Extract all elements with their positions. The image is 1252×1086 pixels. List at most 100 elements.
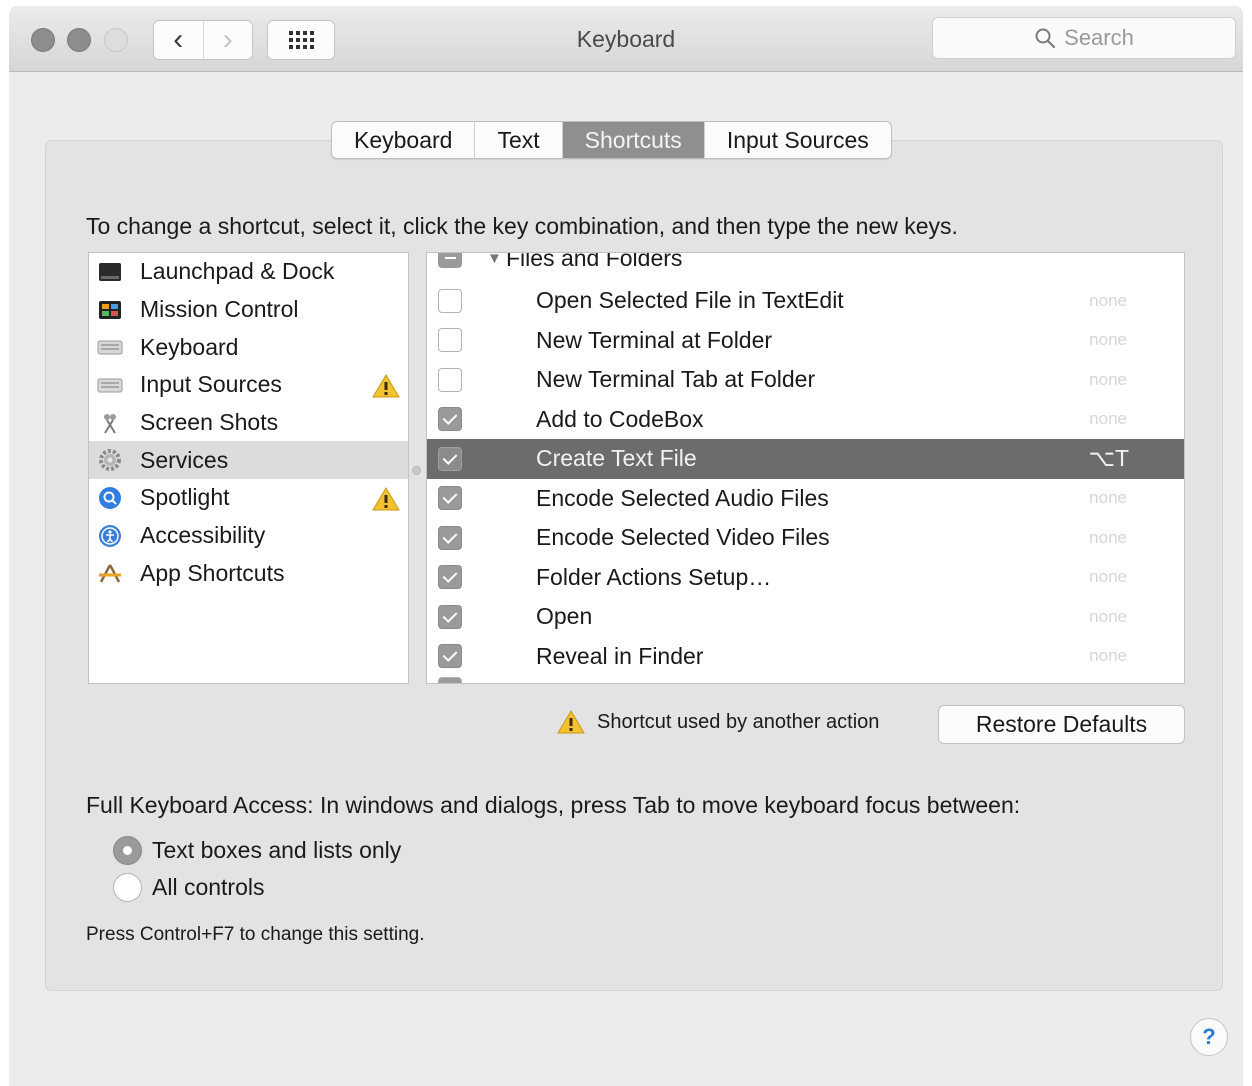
tab-keyboard[interactable]: Keyboard [332,122,474,158]
service-row[interactable]: Encode Selected Audio Files none [427,479,1184,519]
radio-label: Text boxes and lists only [152,837,402,863]
category-input-sources[interactable]: Input Sources [89,366,408,404]
category-label: Screen Shots [140,409,279,436]
services-rows: Open Selected File in TextEdit none New … [427,281,1184,676]
title-bar: ‹ › Keyboard Search [9,6,1243,72]
service-checkbox[interactable] [438,644,462,669]
service-shortcut[interactable]: ⌥T [1088,445,1129,472]
search-placeholder: Search [1064,25,1134,50]
radio-all-controls[interactable]: All controls [113,873,264,902]
radio-label: All controls [152,874,265,900]
radio-button[interactable] [113,836,142,865]
service-shortcut[interactable]: none [1089,528,1127,548]
spotlight-icon [97,486,123,510]
service-shortcut[interactable]: none [1089,646,1127,666]
service-checkbox-partial[interactable] [438,677,462,683]
disclosure-triangle-icon[interactable]: ▼ [487,253,502,267]
category-mission-control[interactable]: Mission Control [89,291,408,329]
category-screen-shots[interactable]: Screen Shots [89,404,408,442]
category-label: App Shortcuts [140,559,285,586]
services-gear-icon [97,448,123,472]
tab-bar: Keyboard Text Shortcuts Input Sources [331,121,892,159]
category-label: Mission Control [140,296,299,323]
screen-shots-icon [97,411,123,435]
service-label: Open Selected File in TextEdit [536,287,844,314]
service-label: New Terminal at Folder [536,326,773,353]
service-label: Add to CodeBox [536,405,704,432]
full-keyboard-access-label: Full Keyboard Access: In windows and dia… [86,792,1021,818]
services-shortcut-list: ▼ Files and Folders Open Selected File i… [426,252,1185,684]
service-checkbox[interactable] [438,486,462,511]
category-label: Spotlight [140,484,230,511]
service-checkbox[interactable] [438,328,462,353]
service-row[interactable]: Folder Actions Setup… none [427,558,1184,598]
shortcut-hint: Press Control+F7 to change this setting. [86,924,425,945]
service-label: New Terminal Tab at Folder [536,366,816,393]
keyboard-icon [97,335,123,359]
group-mixed-checkbox[interactable] [438,253,462,268]
input-sources-icon [97,373,123,397]
service-checkbox[interactable] [438,407,462,432]
service-row[interactable]: Encode Selected Video Files none [427,518,1184,558]
group-label: Files and Folders [506,252,683,271]
service-label: Reveal in Finder [536,642,704,669]
service-row[interactable]: Open none [427,597,1184,637]
restore-defaults-button[interactable]: Restore Defaults [938,705,1185,744]
help-button[interactable]: ? [1190,1018,1228,1056]
category-label: Launchpad & Dock [140,258,335,285]
service-shortcut[interactable]: none [1089,330,1127,350]
service-checkbox[interactable] [438,565,462,590]
radio-text-boxes-lists[interactable]: Text boxes and lists only [113,836,401,865]
category-launchpad-dock[interactable]: Launchpad & Dock [89,253,408,291]
category-label: Input Sources [140,371,282,398]
conflict-text: Shortcut used by another action [597,710,880,733]
service-checkbox[interactable] [438,288,462,313]
service-label: Open [536,603,593,630]
service-shortcut[interactable]: none [1089,291,1127,311]
service-shortcut[interactable]: none [1089,370,1127,390]
tab-input-sources[interactable]: Input Sources [703,122,891,158]
service-label: Encode Selected Video Files [536,524,830,551]
launchpad-dock-icon [97,260,123,284]
accessibility-icon [97,524,123,548]
category-keyboard[interactable]: Keyboard [89,328,408,366]
warning-icon [372,374,400,398]
preferences-window: ‹ › Keyboard Search Keyboard Text Shortc… [9,6,1243,1086]
warning-icon [557,710,585,734]
service-label: Folder Actions Setup… [536,563,772,590]
service-label: Encode Selected Audio Files [536,484,829,511]
service-shortcut[interactable]: none [1089,488,1127,508]
mission-control-icon [97,298,123,322]
category-label: Services [140,446,229,473]
split-view-handle[interactable] [412,466,421,475]
service-checkbox[interactable] [438,446,462,471]
service-row[interactable]: Add to CodeBox none [427,400,1184,440]
services-group-header[interactable]: ▼ Files and Folders [427,252,1184,271]
service-row[interactable]: Open Selected File in TextEdit none [427,281,1184,321]
tab-shortcuts[interactable]: Shortcuts [561,122,704,158]
service-shortcut[interactable]: none [1089,607,1127,627]
service-row[interactable]: New Terminal Tab at Folder none [427,360,1184,400]
conflict-notice: Shortcut used by another action [557,710,879,734]
service-checkbox[interactable] [438,525,462,550]
radio-button[interactable] [113,873,142,902]
warning-icon [372,487,400,511]
category-app-shortcuts[interactable]: App Shortcuts [89,555,408,593]
category-services[interactable]: Services [89,441,408,480]
service-row[interactable]: New Terminal at Folder none [427,321,1184,361]
search-icon [1035,28,1056,49]
category-accessibility[interactable]: Accessibility [89,517,408,555]
app-shortcuts-icon [97,561,123,585]
category-list: Launchpad & Dock Mission Control Keyboar… [88,252,409,684]
tab-text[interactable]: Text [474,122,561,158]
service-shortcut[interactable]: none [1089,567,1127,587]
service-shortcut[interactable]: none [1089,409,1127,429]
service-checkbox[interactable] [438,604,462,629]
search-field[interactable]: Search [932,17,1236,59]
service-checkbox[interactable] [438,367,462,392]
service-row-selected[interactable]: Create Text File ⌥T [427,439,1184,479]
category-label: Keyboard [140,333,239,360]
instruction-text: To change a shortcut, select it, click t… [86,213,958,239]
service-row[interactable]: Reveal in Finder none [427,637,1184,677]
category-spotlight[interactable]: Spotlight [89,479,408,517]
